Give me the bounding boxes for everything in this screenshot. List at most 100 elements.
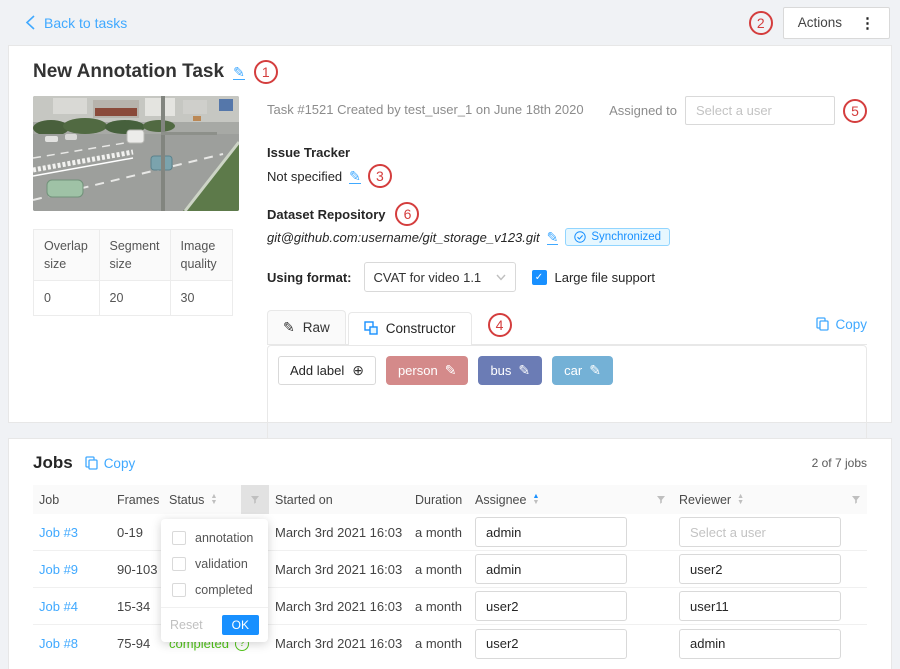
actions-label: Actions: [798, 15, 842, 30]
duration-cell: a month: [409, 562, 469, 577]
filter-ok-button[interactable]: OK: [222, 615, 259, 635]
edit-title-icon[interactable]: ✎: [233, 65, 245, 80]
col-job[interactable]: Job: [33, 485, 111, 514]
copy-labels-link[interactable]: Copy: [816, 317, 867, 332]
jobs-table-header: Job Frames Status ▲▼ Started on Duration…: [33, 485, 867, 514]
table-row: Job #4 15-34 March 3rd 2021 16:03 a mont…: [33, 588, 867, 625]
table-row: Job #3 0-19 March 3rd 2021 16:03 a month: [33, 514, 867, 551]
assignee-select-input[interactable]: [685, 96, 835, 125]
param-value: 20: [99, 281, 170, 316]
jobs-card: Jobs Copy 2 of 7 jobs Job Frames Status …: [8, 438, 892, 669]
pencil-icon: ✎: [283, 319, 295, 336]
dataset-repo-url: git@github.com:username/git_storage_v123…: [267, 230, 540, 245]
format-selected-value: CVAT for video 1.1: [374, 270, 482, 285]
task-preview-image: [33, 96, 239, 211]
issue-tracker-value: Not specified: [267, 169, 342, 184]
copy-jobs-link[interactable]: Copy: [85, 456, 136, 471]
callout-2: 2: [749, 11, 773, 35]
label-chip-car[interactable]: car ✎: [552, 356, 613, 385]
back-to-tasks-link[interactable]: Back to tasks: [25, 15, 127, 31]
col-started[interactable]: Started on: [269, 485, 409, 514]
frames-cell: 0-19: [111, 525, 163, 540]
kebab-menu-icon: ⋮: [860, 14, 875, 32]
param-header: Image quality: [170, 230, 232, 281]
job-link[interactable]: Job #3: [39, 525, 78, 540]
copy-icon: [816, 317, 829, 331]
issue-tracker-label: Issue Tracker: [267, 145, 867, 160]
filter-option-validation[interactable]: validation: [161, 551, 268, 577]
copy-icon: [85, 456, 98, 470]
param-header: Overlap size: [34, 230, 100, 281]
page-title: New Annotation Task: [33, 61, 224, 83]
pencil-icon[interactable]: ✎: [445, 362, 457, 379]
add-label-button[interactable]: Add label ⊕: [278, 356, 376, 385]
check-circle-icon: [574, 231, 586, 243]
reviewer-filter-icon[interactable]: [845, 485, 867, 514]
filter-reset-button[interactable]: Reset: [170, 618, 203, 632]
label-chip-bus[interactable]: bus ✎: [478, 356, 542, 385]
job-link[interactable]: Job #9: [39, 562, 78, 577]
task-params-table: Overlap size Segment size Image quality …: [33, 229, 233, 316]
started-cell: March 3rd 2021 16:03: [269, 562, 409, 577]
pencil-icon[interactable]: ✎: [589, 362, 601, 379]
assigned-to-label: Assigned to: [609, 103, 677, 118]
jobs-title: Jobs: [33, 453, 73, 473]
label-chip-person[interactable]: person ✎: [386, 356, 468, 385]
pencil-icon[interactable]: ✎: [518, 362, 530, 379]
reviewer-input[interactable]: [679, 517, 841, 547]
col-status[interactable]: Status ▲▼: [163, 485, 241, 514]
job-link[interactable]: Job #4: [39, 599, 78, 614]
edit-repo-icon[interactable]: ✎: [547, 230, 559, 245]
assignee-input[interactable]: [475, 517, 627, 547]
reviewer-input[interactable]: [679, 591, 841, 621]
table-row: Job #9 90-103 March 3rd 2021 16:03 a mon…: [33, 551, 867, 588]
checkbox-icon: [172, 583, 186, 597]
status-filter-dropdown: annotation validation completed Reset OK: [161, 519, 268, 642]
callout-5: 5: [843, 99, 867, 123]
chevron-down-icon: [496, 274, 506, 281]
top-bar: Back to tasks 2 Actions ⋮: [0, 0, 900, 45]
assignee-filter-icon[interactable]: [649, 485, 673, 514]
col-frames[interactable]: Frames: [111, 485, 163, 514]
sort-icons[interactable]: ▲▼: [210, 494, 217, 506]
col-reviewer[interactable]: Reviewer ▲▼: [673, 485, 845, 514]
param-value: 30: [170, 281, 232, 316]
checkbox-icon: [172, 557, 186, 571]
col-assignee[interactable]: Assignee ▲▼: [469, 485, 649, 514]
reviewer-input[interactable]: [679, 629, 841, 659]
actions-button[interactable]: Actions ⋮: [783, 7, 890, 39]
sort-icons[interactable]: ▲▼: [532, 494, 539, 506]
using-format-label: Using format:: [267, 270, 352, 285]
frames-cell: 15-34: [111, 599, 163, 614]
assignee-input[interactable]: [475, 591, 627, 621]
col-duration[interactable]: Duration: [409, 485, 469, 514]
large-file-checkbox[interactable]: ✓ Large file support: [532, 270, 655, 285]
started-cell: March 3rd 2021 16:03: [269, 599, 409, 614]
started-cell: March 3rd 2021 16:03: [269, 525, 409, 540]
labels-constructor-panel: Add label ⊕ person ✎ bus ✎ car ✎: [267, 345, 867, 453]
block-icon: [364, 321, 378, 335]
sort-icons[interactable]: ▲▼: [737, 494, 744, 506]
param-value: 0: [34, 281, 100, 316]
assignee-input[interactable]: [475, 629, 627, 659]
labels-tabs: ✎ Raw Constructor 4 Copy: [267, 310, 867, 345]
dataset-repo-label: Dataset Repository: [267, 207, 385, 222]
assignee-input[interactable]: [475, 554, 627, 584]
filter-option-completed[interactable]: completed: [161, 577, 268, 603]
callout-6: 6: [395, 202, 419, 226]
format-select[interactable]: CVAT for video 1.1: [364, 262, 516, 292]
callout-4: 4: [488, 313, 512, 337]
status-filter-icon[interactable]: [241, 485, 269, 514]
tab-constructor[interactable]: Constructor: [348, 312, 472, 345]
reviewer-input[interactable]: [679, 554, 841, 584]
job-link[interactable]: Job #8: [39, 636, 78, 651]
tab-raw[interactable]: ✎ Raw: [267, 310, 346, 344]
large-file-label: Large file support: [555, 270, 655, 285]
started-cell: March 3rd 2021 16:03: [269, 636, 409, 651]
filter-option-annotation[interactable]: annotation: [161, 525, 268, 551]
checkbox-icon: [172, 531, 186, 545]
chevron-left-icon: [25, 15, 36, 30]
callout-3: 3: [368, 164, 392, 188]
plus-circle-icon: ⊕: [352, 362, 364, 379]
edit-issue-tracker-icon[interactable]: ✎: [349, 169, 361, 184]
